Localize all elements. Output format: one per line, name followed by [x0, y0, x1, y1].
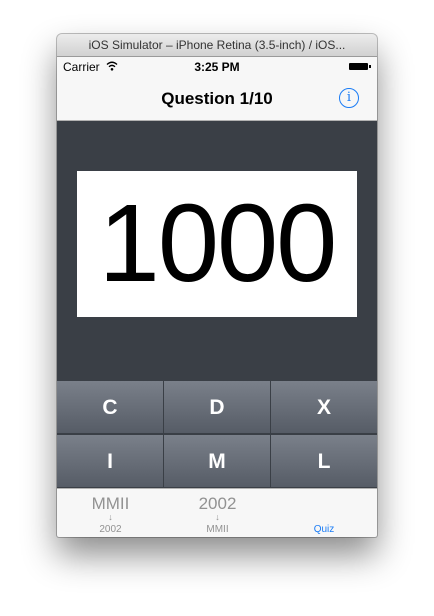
number-display: 1000 [77, 171, 357, 317]
tab-roman-to-arabic-label: 2002 [99, 524, 122, 535]
battery-icon [349, 63, 371, 70]
status-time: 3:25 PM [194, 60, 240, 74]
key-l-button[interactable]: L [271, 435, 377, 488]
window-title: iOS Simulator – iPhone Retina (3.5-inch)… [57, 34, 377, 57]
key-d-button[interactable]: D [164, 381, 271, 434]
tab-arabic-to-roman-top: 2002 [198, 494, 237, 513]
tab-quiz[interactable]: Quiz [271, 489, 377, 537]
phone-screen: Carrier 3:25 PM Question 1/10 i 1000 C D [57, 57, 377, 537]
tab-arabic-to-roman[interactable]: 2002 ↓ MMII [164, 489, 271, 537]
navigation-bar: Carrier 3:25 PM Question 1/10 i [57, 57, 377, 121]
down-arrow-icon: ↓ [215, 512, 220, 522]
simulator-window: iOS Simulator – iPhone Retina (3.5-inch)… [57, 34, 377, 537]
key-c-button[interactable]: C [57, 381, 164, 434]
down-arrow-icon: ↓ [108, 512, 113, 522]
key-m-button[interactable]: M [164, 435, 271, 488]
tab-bar: MMII ↓ 2002 2002 ↓ MMII Quiz [57, 488, 377, 537]
info-glyph: i [346, 90, 352, 105]
key-i-button[interactable]: I [57, 435, 164, 488]
key-x-button[interactable]: X [271, 381, 377, 434]
page-title: Question 1/10 [161, 89, 273, 108]
tab-arabic-to-roman-label: MMII [206, 524, 229, 535]
status-bar: Carrier 3:25 PM [57, 57, 377, 77]
tab-quiz-label: Quiz [313, 524, 335, 535]
roman-keypad: C D X I M L [57, 381, 377, 488]
tab-roman-to-arabic-top: MMII [91, 494, 130, 513]
info-icon[interactable]: i [339, 88, 359, 108]
tab-roman-to-arabic[interactable]: MMII ↓ 2002 [57, 489, 164, 537]
